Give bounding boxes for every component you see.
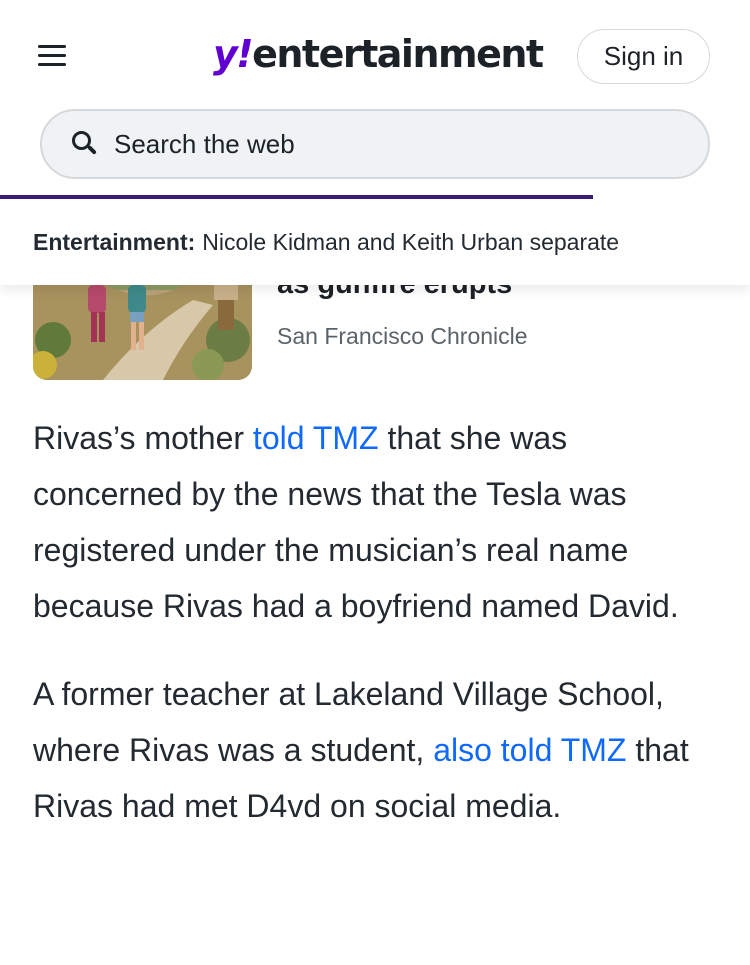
article-body: Rivas’s mother told TMZ that she was con… [33, 410, 723, 866]
trending-label: Entertainment: [33, 228, 196, 255]
trending-headline[interactable]: Nicole Kidman and Keith Urban separate [202, 229, 619, 256]
yahoo-entertainment-logo[interactable]: y! entertainment [213, 32, 544, 80]
related-story-source: San Francisco Chronicle [277, 323, 528, 349]
article-paragraph: A former teacher at Lakeland Village Sch… [33, 666, 723, 834]
search-input[interactable]: Search the web [40, 109, 710, 179]
trending-ticker[interactable]: Entertainment: Nicole Kidman and Keith U… [0, 199, 750, 285]
also-told-tmz-link[interactable]: also told TMZ [433, 732, 626, 768]
search-icon [70, 129, 100, 159]
logo-mark: y! [213, 32, 254, 76]
search-placeholder: Search the web [114, 128, 295, 159]
told-tmz-link[interactable]: told TMZ [253, 420, 379, 456]
article-paragraph: Rivas’s mother told TMZ that she was con… [33, 410, 723, 634]
hamburger-menu-icon[interactable] [36, 42, 68, 70]
logo-word: entertainment [252, 32, 544, 76]
paragraph-text: Rivas’s mother [33, 420, 253, 456]
sign-in-button[interactable]: Sign in [577, 29, 710, 84]
site-header: y! entertainment Sign in Search the web [0, 0, 750, 199]
ticker-fade [610, 199, 750, 285]
